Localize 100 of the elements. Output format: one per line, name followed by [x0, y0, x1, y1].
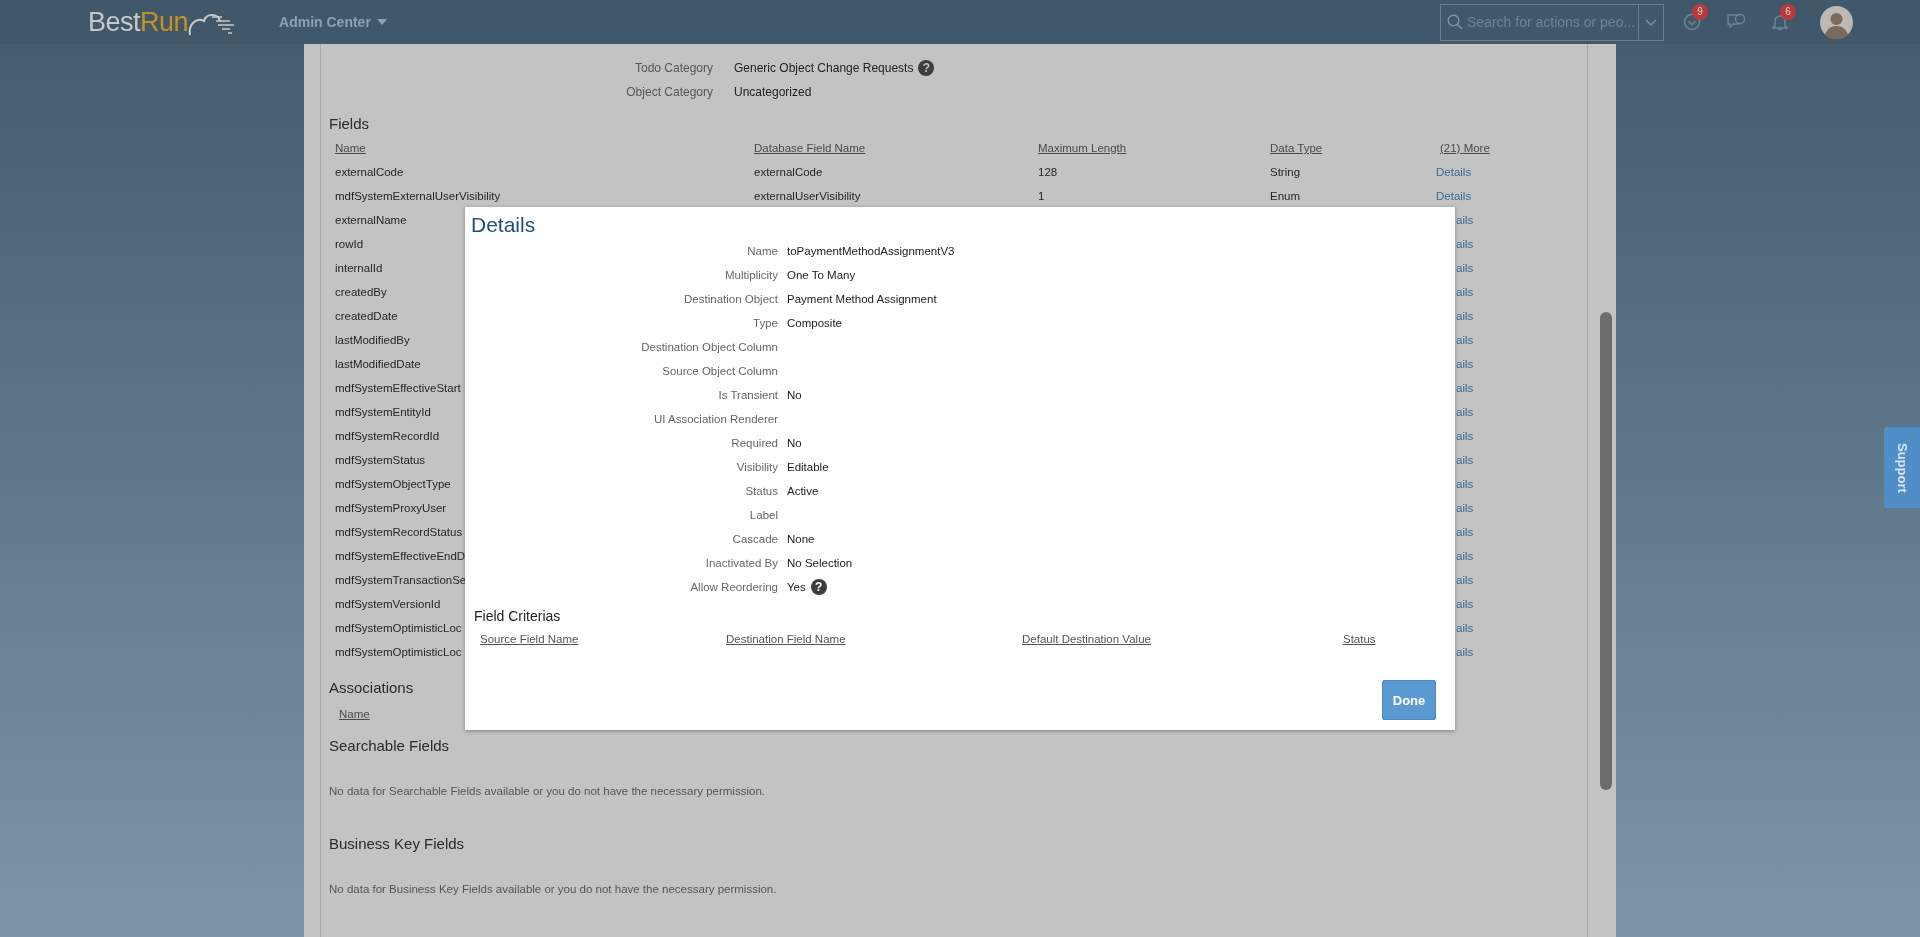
- field-label: Allow Reordering: [689, 581, 778, 593]
- section-heading: Searchable Fields: [329, 736, 451, 756]
- details-link[interactable]: Details: [1436, 166, 1472, 178]
- section-heading: Associations: [329, 678, 415, 698]
- field-label: Visibility: [735, 461, 778, 473]
- section-heading: Fields: [329, 114, 370, 134]
- field-value: No Selection: [787, 557, 853, 569]
- admin-center-menu[interactable]: Admin Center: [279, 14, 387, 30]
- column-header[interactable]: Destination Field Name: [726, 633, 846, 645]
- field-value: toPaymentMethodAssignmentV3: [787, 245, 955, 257]
- field-value: Generic Object Change Requests: [734, 61, 914, 75]
- details-link[interactable]: ails: [1456, 310, 1474, 322]
- column-header[interactable]: Maximum Length: [1038, 142, 1127, 154]
- table-cell: createdDate: [335, 310, 398, 322]
- done-button[interactable]: Done: [1382, 680, 1436, 720]
- field-label: Is Transient: [717, 389, 778, 401]
- details-link[interactable]: ails: [1456, 622, 1474, 634]
- help-icon[interactable]: ?: [918, 60, 935, 76]
- table-cell: externalUserVisibility: [754, 190, 861, 202]
- details-link[interactable]: ails: [1456, 646, 1474, 658]
- table-cell: createdBy: [335, 286, 387, 298]
- todo-button[interactable]: 9: [1676, 4, 1708, 40]
- details-link[interactable]: Details: [1436, 190, 1472, 202]
- bell-icon: [1772, 13, 1788, 31]
- field-value: Yes: [787, 581, 806, 593]
- table-cell: 128: [1038, 166, 1058, 178]
- table-cell: mdfSystemEffectiveEndD: [335, 550, 466, 562]
- details-link[interactable]: ails: [1456, 214, 1474, 226]
- details-link[interactable]: ails: [1456, 574, 1474, 586]
- details-link[interactable]: ails: [1456, 358, 1474, 370]
- details-link[interactable]: ails: [1456, 430, 1474, 442]
- field-label: Required: [730, 437, 778, 449]
- table-cell: 1: [1038, 190, 1045, 202]
- field-value: Active: [787, 485, 819, 497]
- section-heading: Field Criterias: [474, 607, 562, 626]
- table-cell: mdfSystemRecordStatus: [335, 526, 463, 538]
- table-cell: mdfSystemVersionId: [335, 598, 441, 610]
- field-value: None: [787, 533, 815, 545]
- details-link[interactable]: ails: [1456, 286, 1474, 298]
- details-link[interactable]: ails: [1456, 382, 1474, 394]
- table-cell: mdfSystemStatus: [335, 454, 426, 466]
- details-link[interactable]: ails: [1456, 454, 1474, 466]
- avatar-icon[interactable]: [1820, 5, 1853, 39]
- empty-message: No data for Business Key Fields available or you do not have the necessary permission.: [329, 882, 778, 897]
- field-label: Status: [744, 485, 778, 497]
- logo[interactable]: BestRun: [88, 7, 235, 37]
- field-value: No: [787, 437, 802, 449]
- caret-icon: [376, 19, 387, 25]
- field-label: Object Category: [625, 85, 713, 99]
- cloud-icon: [188, 11, 235, 37]
- search-icon: [1447, 14, 1463, 30]
- field-value: Payment Method Assignment: [787, 293, 937, 305]
- chat-bubble-icon: [1726, 13, 1746, 31]
- details-link[interactable]: ails: [1456, 598, 1474, 610]
- table-cell: mdfSystemEntityId: [335, 406, 431, 418]
- table-cell: externalCode: [335, 166, 404, 178]
- details-link[interactable]: ails: [1456, 526, 1474, 538]
- details-link[interactable]: ails: [1456, 502, 1474, 514]
- column-header[interactable]: Name: [335, 708, 370, 720]
- empty-message: No data for Searchable Fields available or you do not have the necessary permission.: [329, 784, 766, 799]
- field-label: Cascade: [731, 533, 778, 545]
- details-link[interactable]: ails: [1456, 262, 1474, 274]
- details-link[interactable]: ails: [1456, 478, 1474, 490]
- column-header[interactable]: Data Type: [1270, 142, 1323, 154]
- table-cell: mdfSystemExternalUserVisibility: [335, 190, 501, 202]
- field-value: Uncategorized: [734, 85, 812, 99]
- field-label: Name: [746, 245, 778, 257]
- dialog-title: Details: [471, 212, 537, 238]
- table-cell: mdfSystemRecordId: [335, 430, 440, 442]
- field-label: Type: [752, 317, 778, 329]
- field-value: No: [787, 389, 802, 401]
- details-link[interactable]: ails: [1456, 406, 1474, 418]
- count-badge: 6: [1780, 4, 1796, 20]
- table-cell: mdfSystemTransactionSe: [335, 574, 467, 586]
- table-cell: lastModifiedBy: [335, 334, 410, 346]
- table-cell: lastModifiedDate: [335, 358, 421, 370]
- details-link[interactable]: ails: [1456, 238, 1474, 250]
- logo-text: BestRun: [88, 7, 189, 37]
- support-tab[interactable]: Support: [1884, 427, 1920, 508]
- table-cell: mdfSystemOptimisticLoc: [335, 622, 462, 634]
- table-cell: externalName: [335, 214, 407, 226]
- field-value: Composite: [787, 317, 842, 329]
- check-circle-icon: [1683, 13, 1701, 31]
- section-heading: Business Key Fields: [329, 834, 466, 854]
- details-link[interactable]: ails: [1456, 550, 1474, 562]
- details-link[interactable]: ails: [1456, 334, 1474, 346]
- column-header[interactable]: Source Field Name: [480, 633, 579, 645]
- column-header[interactable]: Name: [335, 142, 366, 154]
- help-icon[interactable]: ?: [810, 579, 827, 595]
- field-label: Destination Object: [683, 293, 778, 305]
- column-header[interactable]: Database Field Name: [754, 142, 866, 154]
- table-cell: internalId: [335, 262, 383, 274]
- table-cell: Enum: [1270, 190, 1301, 202]
- notifications-button[interactable]: 6: [1764, 4, 1796, 40]
- column-header[interactable]: Default Destination Value: [1022, 633, 1151, 645]
- column-header[interactable]: Status: [1343, 633, 1376, 645]
- field-label: Source Object Column: [661, 365, 778, 377]
- chevron-down-icon: [1645, 18, 1657, 26]
- table-cell: rowId: [335, 238, 364, 250]
- column-header[interactable]: (21) More: [1436, 142, 1490, 154]
